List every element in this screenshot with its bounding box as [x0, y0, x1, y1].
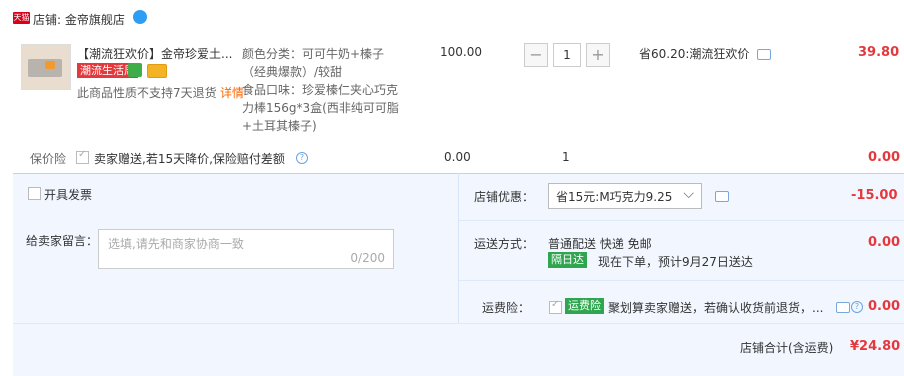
service-checkbox[interactable] [76, 149, 89, 164]
product-thumbnail[interactable] [21, 44, 71, 90]
delivery-eta: 现在下单，预计9月27日送达 [598, 255, 753, 269]
freight-insurance-text: 聚划算卖家赠送，若确认收货前退货，... [608, 301, 824, 315]
comment-icon[interactable] [836, 302, 850, 313]
delivery-amount: 0.00 [868, 235, 901, 250]
message-textarea[interactable]: 选填,请先和商家协商一致 0/200 [98, 229, 394, 269]
divider [458, 173, 459, 323]
quantity-input[interactable]: 1 [553, 43, 581, 67]
unit-price: 100.00 [440, 45, 482, 59]
delivery-label: 运送方式： [474, 237, 535, 251]
comment-icon[interactable] [715, 191, 729, 202]
comment-icon[interactable] [757, 49, 771, 60]
shop-discount-amount: -15.00 [851, 188, 898, 203]
service-total: 0.00 [868, 150, 901, 165]
service-text: 卖家赠送,若15天降价,保险赔付差额 [94, 152, 285, 166]
shop-discount-select[interactable]: 省15元:M巧克力9.25 ⌵ [548, 183, 702, 209]
divider [13, 323, 904, 324]
increase-button[interactable]: + [586, 43, 610, 67]
divider [459, 220, 904, 221]
invoice-checkbox[interactable] [28, 187, 41, 200]
discount-text: 省60.20:潮流狂欢价 [639, 47, 750, 61]
select-value: 省15元:M巧克力9.25 [556, 190, 673, 204]
sku-line: （经典爆款）/较甜 [242, 65, 343, 79]
freight-insurance-tag: 运费险 [565, 298, 604, 314]
service-label: 保价险 [30, 152, 67, 166]
invoice-label[interactable]: 开具发票 [44, 186, 92, 203]
shop-total-label: 店铺合计(含运费) [740, 341, 834, 355]
sku-line: 颜色分类：可可牛奶+榛子 [242, 47, 385, 61]
service-badge-icon [128, 63, 142, 77]
sku-info: 颜色分类：可可牛奶+榛子 （经典爆款）/较甜 食品口味：珍爱榛仁夹心巧克 力棒1… [242, 45, 399, 135]
freight-insurance-checkbox[interactable] [549, 299, 562, 314]
freight-insurance-label: 运费险： [482, 301, 531, 315]
chevron-down-icon: ⌵ [683, 186, 694, 202]
tmall-icon: 天猫 [13, 12, 30, 24]
wangwang-chat-icon[interactable] [133, 10, 147, 24]
quantity-stepper: − 1 + [524, 43, 610, 67]
card-badge-icon [147, 64, 167, 78]
return-notice: 此商品性质不支持7天退货 [77, 86, 217, 100]
help-icon[interactable]: ? [296, 152, 308, 164]
divider [459, 280, 904, 281]
sku-line: 食品口味：珍爱榛仁夹心巧克 [242, 83, 399, 97]
message-label: 给卖家留言： [26, 234, 99, 248]
char-counter: 0/200 [350, 251, 385, 265]
notice-detail-link[interactable]: 详情 [220, 84, 244, 101]
message-placeholder: 选填,请先和商家协商一致 [108, 237, 244, 251]
delivery-method: 普通配送 快递 免邮 [548, 237, 652, 251]
shop-discount-label: 店铺优惠： [474, 190, 535, 204]
sku-line: 力棒156g*3盒(西非纯可可脂 [242, 101, 399, 115]
decrease-button[interactable]: − [524, 43, 548, 67]
service-qty: 1 [562, 150, 570, 164]
item-subtotal: 39.80 [858, 45, 900, 60]
shop-header: 天猫 店铺: 金帝旗舰店 [0, 0, 904, 34]
freight-insurance-amount: 0.00 [868, 299, 901, 314]
sku-line: +土耳其榛子) [242, 119, 317, 133]
shop-name[interactable]: 店铺: 金帝旗舰店 [33, 11, 125, 28]
product-title[interactable]: 【潮流狂欢价】金帝珍爱土... [77, 45, 232, 62]
next-day-tag: 隔日达 [548, 252, 587, 268]
help-icon[interactable]: ? [851, 301, 863, 313]
shop-total-amount: ¥24.80 [850, 339, 901, 354]
service-price: 0.00 [444, 150, 471, 164]
